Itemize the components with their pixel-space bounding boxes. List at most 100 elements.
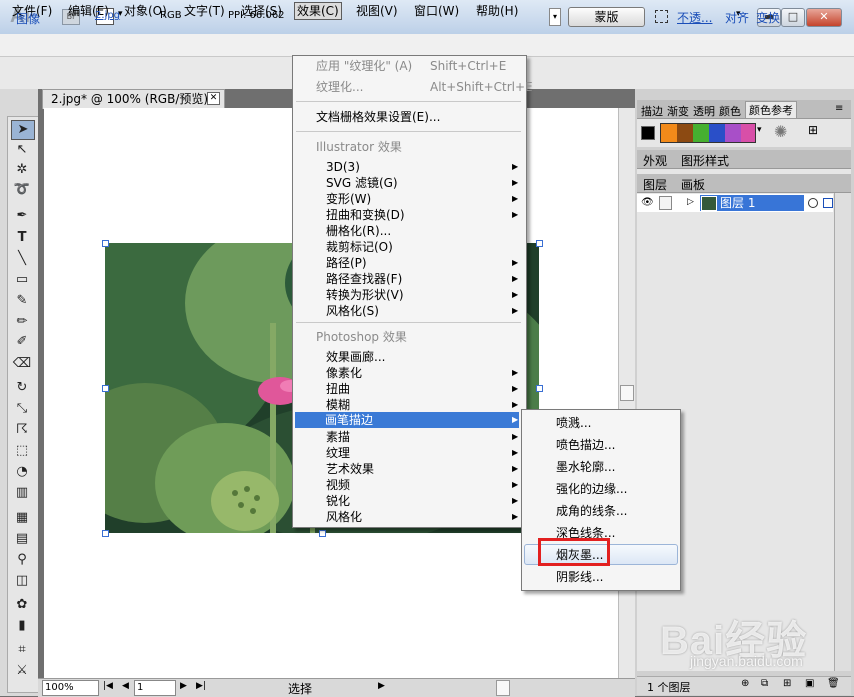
- page-select[interactable]: 1: [134, 680, 176, 696]
- menu-stylize-photoshop[interactable]: 风格化 ▶: [326, 509, 526, 525]
- menu-crop-marks[interactable]: 裁剪标记(O): [326, 239, 526, 255]
- menu-stylize-illustrator[interactable]: 风格化(S) ▶: [326, 303, 526, 319]
- menu-apply-last-effect[interactable]: 应用 "纹理化" (A) Shift+Ctrl+E: [316, 58, 516, 74]
- paintbrush-tool-icon[interactable]: ✎: [11, 292, 33, 310]
- menu-path[interactable]: 路径(P) ▶: [326, 255, 526, 271]
- symbol-sprayer-tool-icon[interactable]: ✿: [11, 596, 33, 614]
- selection-handle[interactable]: [102, 385, 109, 392]
- edit-colors-icon[interactable]: ✺: [774, 122, 787, 141]
- harmony-swatch[interactable]: [693, 124, 709, 142]
- harmony-swatch[interactable]: [661, 124, 677, 142]
- menu-svg-filters[interactable]: SVG 滤镜(G) ▶: [326, 175, 526, 191]
- opacity-link[interactable]: 不透...: [677, 9, 712, 26]
- menu-window[interactable]: 窗口(W): [412, 3, 461, 19]
- submenu-accented-edges[interactable]: 强化的边缘...: [556, 481, 627, 497]
- tab-color[interactable]: 颜色: [719, 103, 741, 119]
- submenu-angled-strokes[interactable]: 成角的线条...: [556, 503, 627, 519]
- document-tab[interactable]: 2.jpg* @ 100% (RGB/预览): [42, 89, 225, 109]
- submenu-sprayed-strokes[interactable]: 喷色描边...: [556, 437, 615, 453]
- menu-sketch[interactable]: 素描 ▶: [326, 429, 526, 445]
- layer-selection-indicator[interactable]: [823, 198, 833, 208]
- locate-object-icon[interactable]: ⊕: [741, 678, 749, 689]
- direct-selection-tool-icon[interactable]: ↖: [11, 141, 33, 159]
- pencil-tool-icon[interactable]: ✏: [11, 313, 33, 331]
- horizontal-scroll-thumb[interactable]: [496, 680, 510, 696]
- menu-raster-settings[interactable]: 文档栅格效果设置(E)...: [316, 109, 516, 125]
- line-tool-icon[interactable]: ╲: [11, 250, 33, 268]
- eraser-tool-icon[interactable]: ⌫: [11, 355, 33, 373]
- selection-tool-icon[interactable]: ➤: [11, 120, 35, 140]
- selection-handle[interactable]: [536, 385, 543, 392]
- mask-button[interactable]: 蒙版: [568, 7, 645, 27]
- visibility-eye-icon[interactable]: 👁: [641, 197, 654, 208]
- control-dropdown-icon[interactable]: ▾: [549, 8, 561, 26]
- clipping-mask-icon[interactable]: ⧉: [761, 678, 768, 689]
- new-layer-icon[interactable]: ▣: [805, 678, 814, 689]
- new-sublayer-icon[interactable]: ⊞: [783, 678, 791, 689]
- tab-appearance[interactable]: 外观: [643, 152, 667, 169]
- submenu-spatter[interactable]: 喷溅...: [556, 415, 591, 431]
- menu-effect-gallery[interactable]: 效果画廊...: [326, 349, 526, 365]
- base-color-swatch[interactable]: [641, 126, 655, 140]
- transform-link[interactable]: 变换: [756, 9, 780, 26]
- layer-target-icon[interactable]: [808, 198, 818, 208]
- menu-help[interactable]: 帮助(H): [474, 3, 520, 19]
- menu-pathfinder[interactable]: 路径查找器(F) ▶: [326, 271, 526, 287]
- lock-toggle[interactable]: [659, 196, 672, 210]
- shape-builder-tool-icon[interactable]: ◔: [11, 463, 33, 481]
- status-menu-icon[interactable]: ▶: [378, 681, 385, 691]
- magic-wand-tool-icon[interactable]: ✲: [11, 161, 33, 179]
- tab-stroke[interactable]: 描边: [641, 103, 663, 119]
- blend-tool-icon[interactable]: ◫: [11, 572, 33, 590]
- menu-artistic[interactable]: 艺术效果 ▶: [326, 461, 526, 477]
- menu-distort[interactable]: 扭曲 ▶: [326, 381, 526, 397]
- menu-texture[interactable]: 纹理 ▶: [326, 445, 526, 461]
- submenu-ink-outlines[interactable]: 墨水轮廓...: [556, 459, 615, 475]
- menu-3d[interactable]: 3D(3) ▶: [326, 159, 526, 175]
- menu-last-effect[interactable]: 纹理化... Alt+Shift+Ctrl+E: [316, 79, 533, 95]
- tab-color-guide[interactable]: 颜色参考: [745, 101, 797, 118]
- last-page-icon[interactable]: ▶|: [196, 681, 206, 691]
- menu-distort-transform[interactable]: 扭曲和变换(D) ▶: [326, 207, 526, 223]
- close-button[interactable]: ✕: [806, 8, 842, 27]
- pen-tool-icon[interactable]: ✒: [11, 207, 33, 225]
- expand-triangle-icon[interactable]: ▷: [687, 197, 694, 207]
- menu-blur[interactable]: 模糊 ▶: [326, 397, 526, 413]
- menu-view[interactable]: 视图(V): [354, 3, 400, 19]
- menu-convert-to-shape[interactable]: 转换为形状(V) ▶: [326, 287, 526, 303]
- status-text[interactable]: 选择: [288, 680, 312, 697]
- harmony-dropdown-icon[interactable]: ▾: [757, 125, 762, 135]
- tab-gradient[interactable]: 渐变: [667, 103, 689, 119]
- panel-menu-icon[interactable]: ≡: [835, 103, 843, 114]
- tab-close-icon[interactable]: ✕: [207, 92, 220, 105]
- slice-tool-icon[interactable]: ⚔: [11, 662, 33, 680]
- free-transform-tool-icon[interactable]: ⬚: [11, 442, 33, 460]
- graph-tool-icon[interactable]: ▥: [11, 484, 33, 502]
- tab-layers[interactable]: 图层: [643, 176, 667, 193]
- submenu-crosshatch[interactable]: 阴影线...: [556, 569, 603, 585]
- vertical-scroll-thumb[interactable]: [620, 385, 634, 401]
- tab-artboards[interactable]: 画板: [681, 176, 705, 193]
- prev-page-icon[interactable]: ◀: [122, 681, 129, 691]
- control-file-link[interactable]: 2.jpg: [95, 10, 120, 21]
- selection-handle[interactable]: [319, 530, 326, 537]
- menu-pixelate[interactable]: 像素化 ▶: [326, 365, 526, 381]
- menu-video[interactable]: 视频 ▶: [326, 477, 526, 493]
- warp-tool-icon[interactable]: ☈: [11, 421, 33, 439]
- menu-warp[interactable]: 变形(W) ▶: [326, 191, 526, 207]
- zoom-select[interactable]: 100%: [42, 680, 99, 696]
- menu-brush-strokes[interactable]: 画笔描边 ▶: [295, 412, 519, 428]
- maximize-button[interactable]: □: [781, 8, 805, 27]
- mesh-tool-icon[interactable]: ▦: [11, 509, 33, 527]
- type-tool-icon[interactable]: T: [11, 229, 33, 247]
- blob-brush-tool-icon[interactable]: ✐: [11, 333, 33, 351]
- control-image-label[interactable]: 图像: [16, 10, 40, 27]
- color-harmony-strip[interactable]: [660, 123, 756, 143]
- scale-tool-icon[interactable]: ⤡: [11, 400, 33, 418]
- menu-sharpen[interactable]: 锐化 ▶: [326, 493, 526, 509]
- tab-transparency[interactable]: 透明: [693, 103, 715, 119]
- layers-scrollbar[interactable]: [834, 193, 851, 671]
- harmony-swatch[interactable]: [741, 124, 755, 142]
- delete-layer-icon[interactable]: 🗑: [827, 678, 840, 689]
- next-page-icon[interactable]: ▶: [180, 681, 187, 691]
